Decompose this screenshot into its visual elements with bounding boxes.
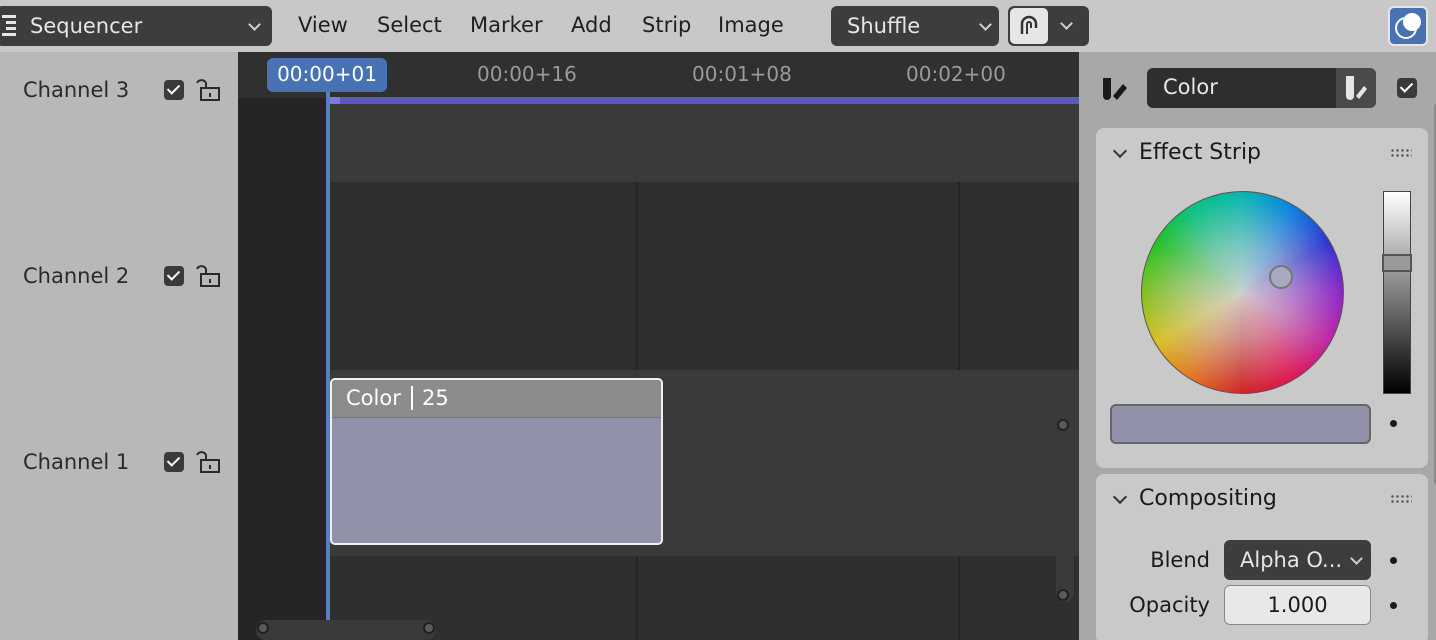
overlap-mode-label: Shuffle (847, 14, 921, 38)
preview-range-bar (330, 97, 1079, 104)
channel-name[interactable]: Channel 2 (23, 264, 129, 288)
keyframe-dot-icon[interactable] (1390, 602, 1397, 609)
color-swatch[interactable] (1110, 404, 1371, 444)
panel-title[interactable]: Effect Strip (1139, 140, 1261, 165)
chevron-down-icon (248, 18, 261, 31)
ruler-tick-label: 00:00+16 (477, 62, 577, 86)
ruler-tick-label: 00:01+08 (692, 62, 792, 86)
strip-length: 25 (422, 386, 449, 410)
sequencer-icon (2, 15, 16, 37)
strip-header: Color 25 (332, 380, 661, 418)
overlay-icon (1395, 13, 1421, 39)
compositing-panel: Compositing Blend Alpha O... Opacity 1.0… (1096, 474, 1428, 640)
channel-list: Channel 3 Channel 2 Channel 1 (0, 52, 238, 640)
playhead-line[interactable] (326, 90, 330, 640)
editor-header: Sequencer View Select Marker Add Strip I… (0, 0, 1436, 52)
keyframe-dot-icon[interactable] (1390, 420, 1397, 427)
ruler-tick-label: 00:02+00 (906, 62, 1006, 86)
editor-type-dropdown[interactable]: Sequencer (0, 6, 272, 46)
channel-row: Channel 2 (0, 258, 238, 298)
magnet-icon (1020, 15, 1038, 34)
color-tag-icon (1346, 76, 1367, 100)
overlay-toggle-button[interactable] (1388, 6, 1428, 46)
editor-type-label: Sequencer (30, 14, 143, 38)
collapse-chevron-icon[interactable] (1112, 489, 1128, 505)
channel-row: Channel 1 (0, 444, 238, 484)
snap-controls (1008, 6, 1089, 46)
channel-name[interactable]: Channel 3 (23, 78, 129, 102)
channel-3-track (238, 98, 1079, 182)
blend-mode-dropdown[interactable]: Alpha O... (1224, 540, 1371, 580)
strip-name-field[interactable]: Color (1147, 68, 1376, 108)
snap-toggle-button[interactable] (1010, 8, 1048, 44)
menu-image[interactable]: Image (718, 13, 784, 37)
chevron-down-icon (1350, 552, 1363, 565)
opacity-field[interactable]: 1.000 (1224, 585, 1371, 625)
blend-label: Blend (1150, 548, 1210, 572)
snap-options-chevron-icon[interactable] (1060, 17, 1073, 30)
collapse-chevron-icon[interactable] (1112, 143, 1128, 159)
strip-active-checkbox[interactable] (1397, 78, 1417, 98)
channel-row: Channel 3 (0, 72, 238, 112)
unlock-icon[interactable] (192, 448, 222, 474)
strip-color-tag-icon[interactable] (1099, 74, 1129, 104)
menu-add[interactable]: Add (571, 13, 612, 37)
drag-grip-icon[interactable] (1390, 494, 1412, 504)
opacity-label: Opacity (1129, 593, 1210, 617)
color-wheel[interactable] (1141, 191, 1344, 394)
panel-title[interactable]: Compositing (1139, 486, 1277, 511)
unlock-icon[interactable] (192, 76, 222, 102)
channel-name[interactable]: Channel 1 (23, 450, 129, 474)
keyframe-dot-icon[interactable] (1390, 557, 1397, 564)
menu-strip[interactable]: Strip (642, 13, 691, 37)
channel-mute-checkbox[interactable] (164, 452, 184, 472)
strip-separator (411, 386, 413, 410)
strip-color-tag-button[interactable] (1336, 68, 1376, 108)
chevron-down-icon (979, 18, 992, 31)
current-frame-indicator[interactable]: 00:00+01 (267, 58, 387, 92)
sequencer-timeline[interactable]: 00:00+16 00:01+08 00:02+00 00:00+01 Colo… (238, 52, 1079, 640)
drag-grip-icon[interactable] (1390, 148, 1412, 158)
value-slider-handle[interactable] (1382, 254, 1412, 272)
channel-mute-checkbox[interactable] (164, 266, 184, 286)
properties-sidebar: Color Effect Strip Compositing Blend Alp… (1079, 52, 1436, 640)
menu-select[interactable]: Select (377, 13, 442, 37)
vertical-scrollbar[interactable] (1056, 418, 1074, 602)
value-slider[interactable] (1383, 191, 1411, 394)
channel-2-track (238, 182, 1079, 370)
effect-strip-panel: Effect Strip (1096, 128, 1428, 468)
channel-mute-checkbox[interactable] (164, 80, 184, 100)
strip-name: Color (346, 386, 401, 410)
menu-view[interactable]: View (298, 13, 348, 37)
horizontal-scrollbar[interactable] (256, 620, 436, 640)
unlock-icon[interactable] (192, 262, 222, 288)
overlap-mode-dropdown[interactable]: Shuffle (831, 6, 999, 46)
menu-marker[interactable]: Marker (470, 13, 543, 37)
blend-mode-value: Alpha O... (1240, 548, 1343, 572)
color-strip[interactable]: Color 25 (330, 378, 663, 545)
color-wheel-cursor[interactable] (1269, 265, 1293, 289)
strip-name-value: Color (1163, 75, 1218, 99)
